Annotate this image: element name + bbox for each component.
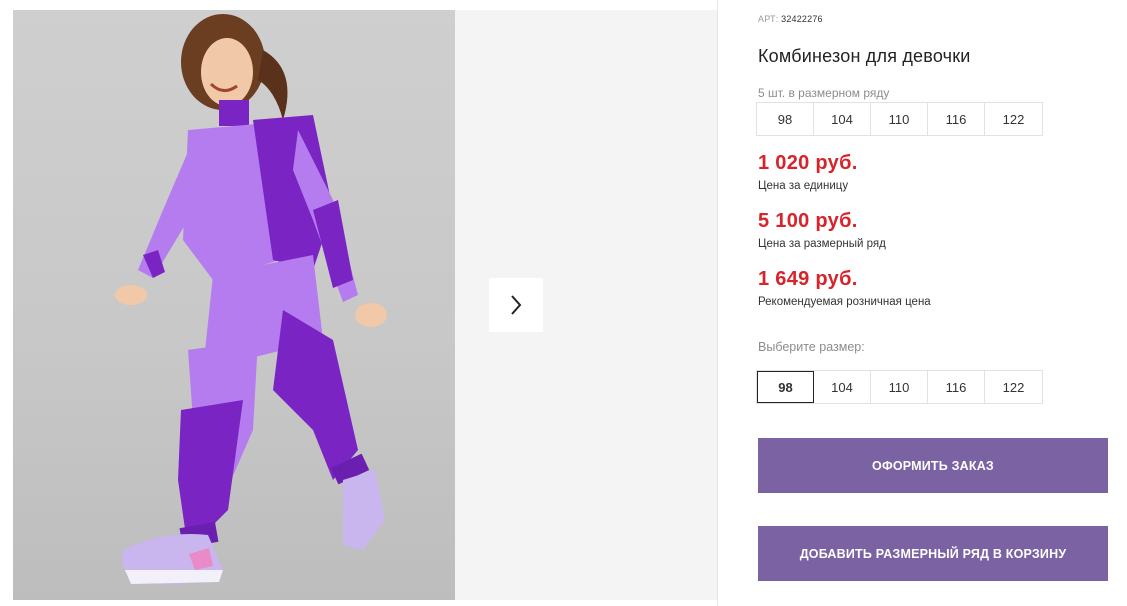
- size-option-116[interactable]: 116: [928, 371, 985, 403]
- panel-divider: [717, 0, 718, 606]
- product-info-panel: АРТ: 32422276 Комбинезон для девочки 5 ш…: [756, 0, 1118, 606]
- size-selector: 98 104 110 116 122: [756, 370, 1043, 404]
- pack-size-cell: 104: [814, 103, 871, 135]
- product-photo: [13, 10, 455, 600]
- pack-price: 5 100 руб.: [758, 210, 858, 232]
- place-order-button[interactable]: Оформить заказ: [758, 438, 1108, 493]
- next-image-button[interactable]: [489, 278, 543, 332]
- article-number: АРТ: 32422276: [758, 14, 823, 24]
- size-option-104[interactable]: 104: [814, 371, 871, 403]
- article-label: АРТ:: [758, 14, 779, 24]
- size-option-122[interactable]: 122: [985, 371, 1042, 403]
- pack-price-label: Цена за размерный ряд: [758, 238, 886, 250]
- pack-size-note: 5 шт. в размерном ряду: [758, 86, 890, 100]
- size-option-98[interactable]: 98: [757, 371, 814, 403]
- pack-size-list: 98 104 110 116 122: [756, 102, 1043, 136]
- pack-size-cell: 116: [928, 103, 985, 135]
- product-title: Комбинезон для девочки: [758, 46, 971, 66]
- girl-in-jumpsuit-illustration: [115, 14, 387, 585]
- add-size-range-to-cart-button[interactable]: Добавить размерный ряд в корзину: [758, 526, 1108, 581]
- pack-size-cell: 98: [757, 103, 814, 135]
- unit-price: 1 020 руб.: [758, 152, 858, 174]
- pack-size-cell: 110: [871, 103, 928, 135]
- choose-size-label: Выберите размер:: [758, 340, 865, 354]
- unit-price-label: Цена за единицу: [758, 180, 849, 192]
- retail-price-label: Рекомендуемая розничная цена: [758, 296, 931, 308]
- size-option-110[interactable]: 110: [871, 371, 928, 403]
- chevron-right-icon: [511, 295, 522, 315]
- article-value: 32422276: [781, 14, 823, 24]
- pack-size-cell: 122: [985, 103, 1042, 135]
- product-gallery: [13, 10, 717, 600]
- retail-price: 1 649 руб.: [758, 268, 858, 290]
